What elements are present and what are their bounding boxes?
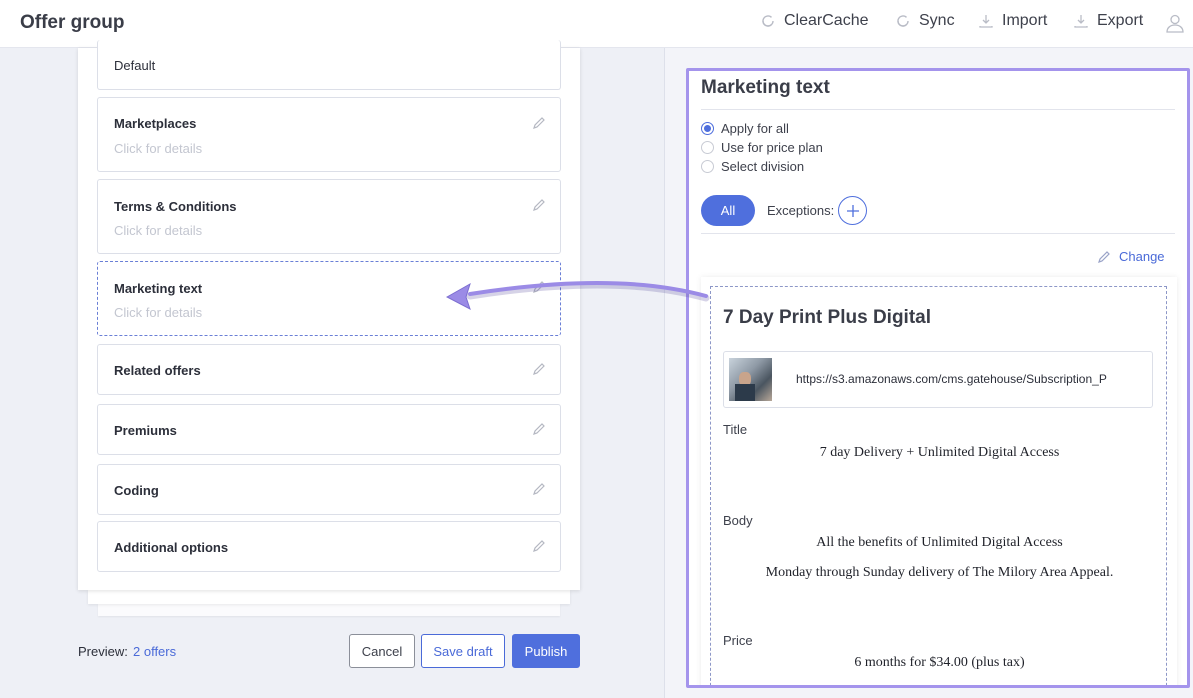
related-offers-section[interactable]: Related offers [97, 344, 561, 395]
title-value: 7 day Delivery + Unlimited Digital Acces… [819, 445, 1060, 460]
pane-divider [664, 48, 665, 698]
publish-button[interactable]: Publish [512, 634, 580, 668]
clear-cache-label: ClearCache [784, 12, 869, 29]
plus-icon [846, 204, 859, 217]
exceptions-label: Exceptions: [767, 203, 835, 218]
pencil-icon[interactable] [532, 280, 546, 294]
image-field[interactable]: https://s3.amazonaws.com/cms.gatehouse/S… [723, 351, 1153, 408]
pencil-icon[interactable] [532, 482, 546, 496]
offer-preview-content: 7 Day Print Plus Digital https://s3.amaz… [710, 286, 1167, 685]
section-title: Related offers [114, 363, 201, 378]
apply-for-all-radio[interactable]: Apply for all [701, 121, 789, 136]
additional-options-section[interactable]: Additional options [97, 521, 561, 572]
section-subtitle: Click for details [114, 305, 203, 320]
section-subtitle: Click for details [114, 141, 203, 156]
download-icon [1074, 15, 1088, 28]
coding-section[interactable]: Coding [97, 464, 561, 515]
pencil-icon[interactable] [532, 422, 546, 436]
marketplaces-section[interactable]: Marketplaces Click for details [97, 97, 561, 172]
select-division-radio[interactable]: Select division [701, 159, 804, 174]
marketing-text-section[interactable]: Marketing text Click for details [97, 261, 561, 336]
download-icon [979, 15, 993, 28]
import-button[interactable]: Import [978, 12, 1047, 30]
pencil-icon[interactable] [532, 116, 546, 130]
body-label: Body [723, 513, 753, 528]
radio-selected-icon [701, 122, 714, 135]
page-title: Offer group [20, 12, 125, 33]
section-title: Marketing text [114, 281, 203, 296]
save-draft-button[interactable]: Save draft [421, 634, 505, 668]
radio-label: Use for price plan [721, 140, 823, 155]
preview-label: Preview: [78, 644, 128, 659]
sync-button[interactable]: Sync [895, 12, 955, 30]
pencil-icon[interactable] [532, 362, 546, 376]
change-label: Change [1119, 249, 1165, 264]
pencil-icon [1098, 250, 1110, 263]
default-section[interactable]: Default [97, 40, 561, 90]
section-title: Additional options [114, 540, 229, 555]
price-value: 6 months for $34.00 (plus tax) [854, 655, 1025, 670]
premiums-section[interactable]: Premiums [97, 404, 561, 455]
add-exception-button[interactable] [838, 196, 867, 225]
section-title: Terms & Conditions [114, 199, 237, 214]
radio-icon [701, 141, 714, 154]
import-label: Import [1002, 12, 1048, 29]
divider [701, 109, 1175, 110]
export-button[interactable]: Export [1073, 12, 1143, 30]
change-link[interactable]: Change [1097, 249, 1165, 264]
refresh-icon [762, 15, 774, 27]
section-title: Premiums [114, 423, 177, 438]
body-line-1: All the benefits of Unlimited Digital Ac… [816, 535, 1063, 550]
cancel-button[interactable]: Cancel [349, 634, 415, 668]
all-pill-button[interactable]: All [701, 195, 755, 226]
section-title: Marketplaces [114, 116, 197, 131]
section-subtitle: Click for details [114, 223, 203, 238]
export-label: Export [1097, 12, 1144, 29]
card-stack-shadow [98, 604, 560, 616]
sync-label: Sync [919, 12, 955, 29]
offer-thumbnail [729, 358, 772, 401]
section-title: Coding [114, 483, 159, 498]
body-line-2: Monday through Sunday delivery of The Mi… [765, 565, 1114, 580]
title-label: Title [723, 422, 748, 437]
divider [701, 233, 1175, 234]
preview-offers-link[interactable]: 2 offers [133, 644, 176, 659]
image-url: https://s3.amazonaws.com/cms.gatehouse/S… [796, 372, 1107, 386]
marketing-text-panel: Marketing text Apply for all Use for pri… [686, 68, 1190, 688]
radio-label: Select division [721, 159, 805, 174]
pencil-icon[interactable] [532, 539, 546, 553]
offer-name: 7 Day Print Plus Digital [723, 307, 931, 328]
offer-preview-card: 7 Day Print Plus Digital https://s3.amaz… [701, 277, 1177, 685]
sync-icon [897, 15, 909, 27]
radio-icon [701, 160, 714, 173]
radio-label: Apply for all [721, 121, 789, 136]
clear-cache-button[interactable]: ClearCache [760, 12, 868, 30]
terms-section[interactable]: Terms & Conditions Click for details [97, 179, 561, 254]
pencil-icon[interactable] [532, 198, 546, 212]
default-label: Default [114, 58, 156, 73]
panel-title: Marketing text [701, 77, 830, 98]
user-icon[interactable] [1165, 13, 1185, 38]
card-stack-shadow [88, 590, 570, 604]
price-label: Price [723, 633, 753, 648]
use-for-price-plan-radio[interactable]: Use for price plan [701, 140, 823, 155]
